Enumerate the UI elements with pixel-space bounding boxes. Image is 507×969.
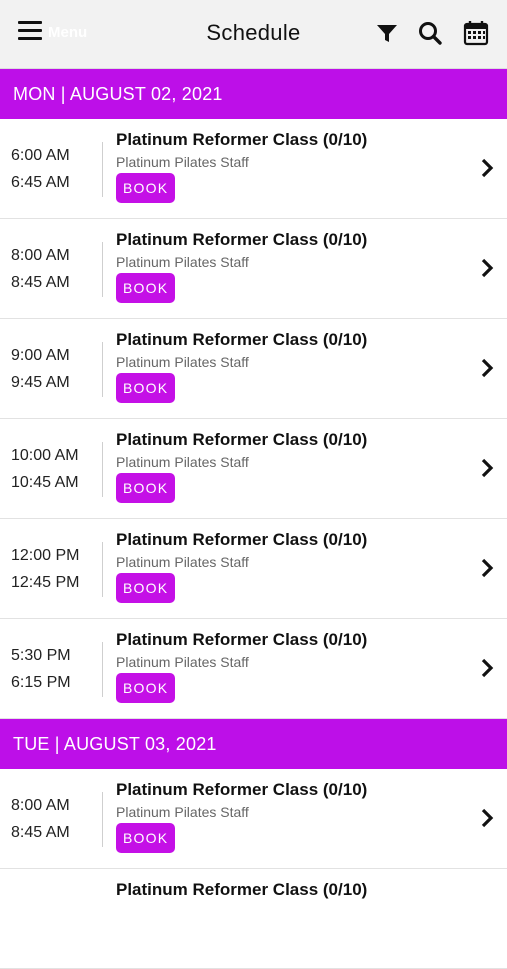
- chevron-right-icon[interactable]: [479, 457, 495, 479]
- top-bar: Menu Schedule: [0, 0, 507, 69]
- class-name: Platinum Reformer Class (0/10): [116, 530, 368, 549]
- chevron-right-icon[interactable]: [479, 157, 495, 179]
- chevron-right-icon[interactable]: [479, 557, 495, 579]
- end-time: 8:45 AM: [11, 274, 70, 291]
- end-time: 6:15 PM: [11, 674, 71, 691]
- staff-name: Platinum Pilates Staff: [116, 554, 249, 570]
- class-name: Platinum Reformer Class (0/10): [116, 780, 368, 799]
- book-button[interactable]: BOOK: [116, 173, 176, 203]
- start-time: 12:00 PM: [11, 547, 80, 564]
- book-button[interactable]: BOOK: [116, 373, 176, 403]
- end-time: 8:45 AM: [11, 824, 70, 841]
- staff-name: Platinum Pilates Staff: [116, 654, 249, 670]
- class-name: Platinum Reformer Class (0/10): [116, 630, 368, 649]
- staff-name: Platinum Pilates Staff: [116, 804, 249, 820]
- class-row[interactable]: 12:00 PM 12:45 PM Platinum Reformer Clas…: [0, 519, 507, 619]
- class-row[interactable]: Platinum Reformer Class (0/10): [0, 869, 507, 969]
- staff-name: Platinum Pilates Staff: [116, 454, 249, 470]
- calendar-icon[interactable]: [462, 19, 490, 47]
- start-time: 8:00 AM: [11, 247, 70, 264]
- start-time: 9:00 AM: [11, 347, 70, 364]
- class-name: Platinum Reformer Class (0/10): [116, 430, 368, 449]
- class-name: Platinum Reformer Class (0/10): [116, 880, 368, 899]
- divider: [102, 542, 103, 597]
- book-button[interactable]: BOOK: [116, 273, 176, 303]
- class-row[interactable]: 8:00 AM 8:45 AM Platinum Reformer Class …: [0, 219, 507, 319]
- class-row[interactable]: 9:00 AM 9:45 AM Platinum Reformer Class …: [0, 319, 507, 419]
- class-row[interactable]: 10:00 AM 10:45 AM Platinum Reformer Clas…: [0, 419, 507, 519]
- chevron-right-icon[interactable]: [479, 357, 495, 379]
- filter-icon[interactable]: [373, 19, 401, 47]
- search-icon[interactable]: [416, 19, 444, 47]
- day-header: MON | AUGUST 02, 2021: [0, 69, 507, 119]
- schedule-list: MON | AUGUST 02, 2021 6:00 AM 6:45 AM Pl…: [0, 69, 507, 969]
- book-button[interactable]: BOOK: [116, 673, 176, 703]
- divider: [102, 142, 103, 197]
- staff-name: Platinum Pilates Staff: [116, 254, 249, 270]
- chevron-right-icon[interactable]: [479, 657, 495, 679]
- class-name: Platinum Reformer Class (0/10): [116, 330, 368, 349]
- book-button[interactable]: BOOK: [116, 823, 176, 853]
- book-button[interactable]: BOOK: [116, 473, 176, 503]
- book-button[interactable]: BOOK: [116, 573, 176, 603]
- end-time: 6:45 AM: [11, 174, 70, 191]
- divider: [102, 642, 103, 697]
- start-time: 6:00 AM: [11, 147, 70, 164]
- divider: [102, 342, 103, 397]
- end-time: 9:45 AM: [11, 374, 70, 391]
- divider: [102, 242, 103, 297]
- class-name: Platinum Reformer Class (0/10): [116, 130, 368, 149]
- end-time: 12:45 PM: [11, 574, 80, 591]
- end-time: 10:45 AM: [11, 474, 79, 491]
- start-time: 8:00 AM: [11, 797, 70, 814]
- divider: [102, 792, 103, 847]
- day-header: TUE | AUGUST 03, 2021: [0, 719, 507, 769]
- class-row[interactable]: 8:00 AM 8:45 AM Platinum Reformer Class …: [0, 769, 507, 869]
- divider: [102, 442, 103, 497]
- class-name: Platinum Reformer Class (0/10): [116, 230, 368, 249]
- chevron-right-icon[interactable]: [479, 257, 495, 279]
- chevron-right-icon[interactable]: [479, 807, 495, 829]
- class-row[interactable]: 5:30 PM 6:15 PM Platinum Reformer Class …: [0, 619, 507, 719]
- staff-name: Platinum Pilates Staff: [116, 154, 249, 170]
- class-row[interactable]: 6:00 AM 6:45 AM Platinum Reformer Class …: [0, 119, 507, 219]
- start-time: 5:30 PM: [11, 647, 71, 664]
- staff-name: Platinum Pilates Staff: [116, 354, 249, 370]
- start-time: 10:00 AM: [11, 447, 79, 464]
